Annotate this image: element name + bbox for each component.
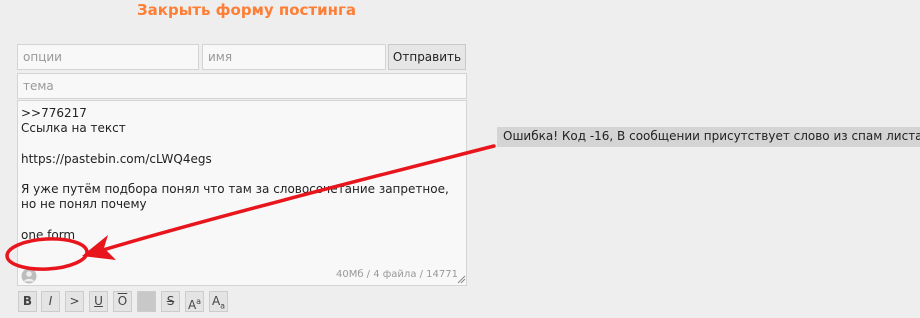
message-textarea[interactable]: >>776217 Ссылка на текст https://pastebi…	[17, 100, 467, 286]
error-message: Ошибка! Код -16, В сообщении присутствуе…	[497, 127, 920, 147]
overline-button[interactable]: O	[113, 291, 132, 312]
options-input[interactable]	[17, 44, 199, 70]
submit-button[interactable]: Отправить	[388, 44, 466, 70]
quote-button[interactable]: >	[65, 291, 84, 312]
superscript-button[interactable]: Aa	[185, 291, 204, 312]
close-posting-form-link[interactable]: Закрыть форму постинга	[137, 1, 356, 19]
attach-file-icon[interactable]	[21, 268, 37, 284]
resize-grip-icon[interactable]	[456, 274, 466, 284]
name-input[interactable]	[202, 44, 386, 70]
file-limit-info: 40Мб / 4 файла / 14771	[335, 269, 458, 280]
subject-input[interactable]	[17, 73, 467, 99]
bold-button[interactable]: B	[18, 291, 37, 312]
superscript-label: Aa	[187, 297, 202, 312]
strikethrough-button[interactable]: S	[161, 291, 180, 312]
underline-button[interactable]: U	[89, 291, 108, 312]
spoiler-button[interactable]	[137, 291, 156, 312]
italic-button[interactable]: I	[41, 291, 60, 312]
subscript-button[interactable]: Aa	[209, 291, 228, 312]
subscript-label: Aa	[211, 294, 226, 311]
